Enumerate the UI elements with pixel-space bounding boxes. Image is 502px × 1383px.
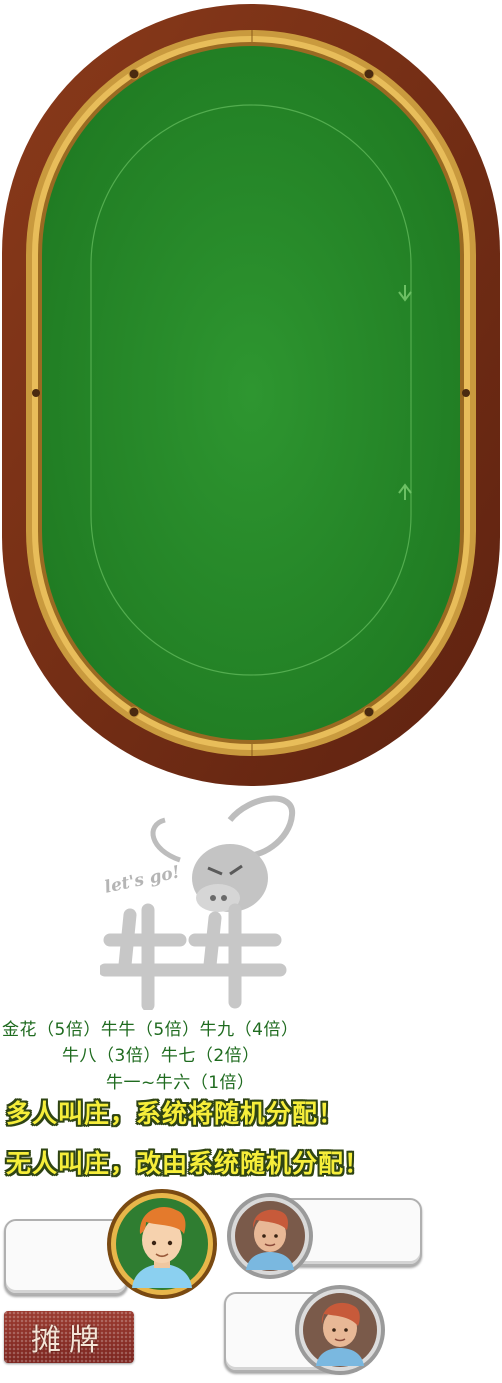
player-avatar-3[interactable] bbox=[294, 1284, 386, 1376]
table-felt bbox=[42, 46, 460, 740]
player-avatar-2[interactable] bbox=[226, 1192, 314, 1280]
odds-line-1: 金花（5倍）牛牛（5倍）牛九（4倍） bbox=[2, 1020, 299, 1040]
multi-banker-message: 多人叫庄，系统将随机分配！ bbox=[6, 1099, 345, 1128]
odds-line-3: 牛一~牛六（1倍） bbox=[106, 1073, 255, 1093]
player-avatar-self[interactable] bbox=[106, 1188, 218, 1300]
poker-table bbox=[0, 0, 502, 790]
niuniu-logo bbox=[98, 790, 300, 1012]
tanpai-button[interactable]: 摊牌 bbox=[4, 1311, 134, 1363]
no-banker-message: 无人叫庄，改由系统随机分配！ bbox=[6, 1149, 371, 1178]
odds-line-2: 牛八（3倍）牛七（2倍） bbox=[62, 1046, 260, 1066]
